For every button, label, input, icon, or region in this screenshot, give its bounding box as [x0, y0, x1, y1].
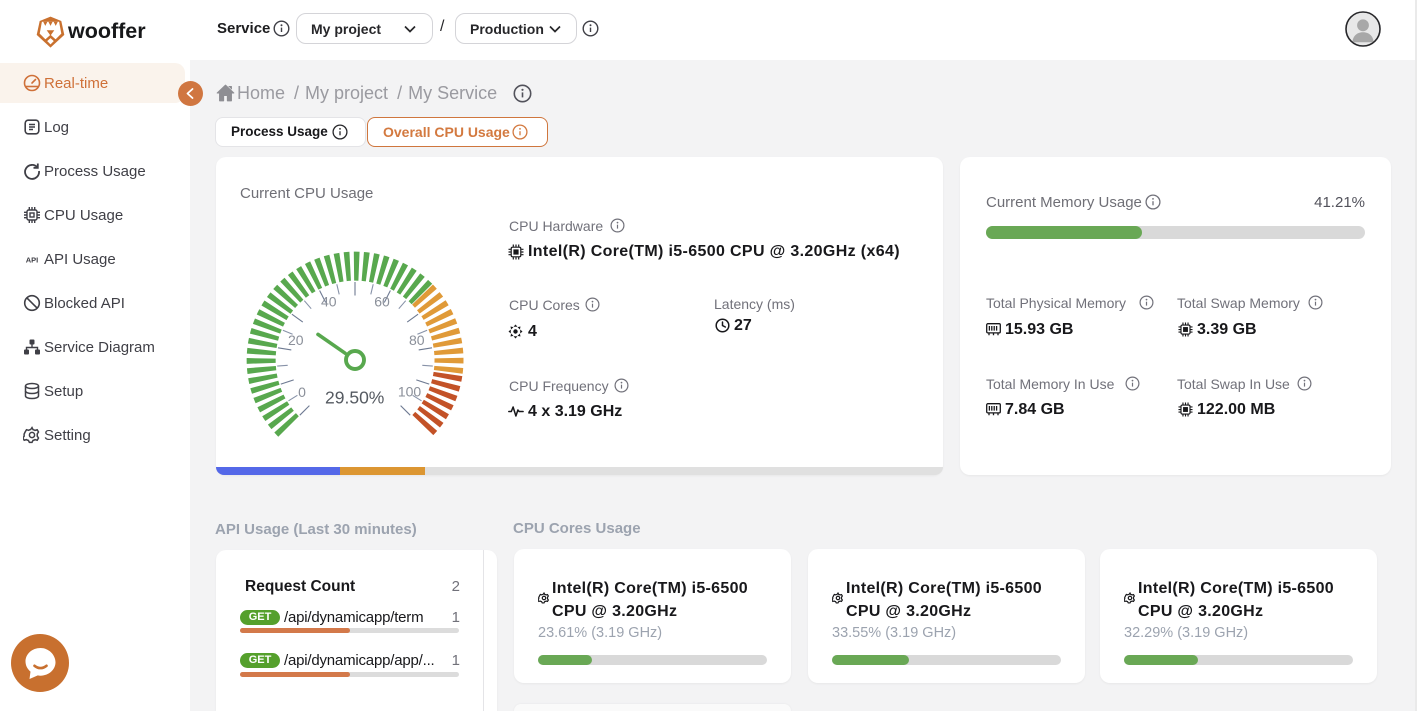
svg-text:80: 80	[409, 332, 425, 348]
svg-text:40: 40	[321, 294, 337, 310]
svg-text:100: 100	[398, 384, 422, 400]
svg-text:wooffer: wooffer	[67, 19, 146, 43]
svg-text:20: 20	[288, 332, 304, 348]
svg-text:29.50%: 29.50%	[325, 388, 384, 408]
svg-text:API: API	[26, 256, 39, 265]
svg-text:60: 60	[374, 294, 390, 310]
svg-text:0: 0	[298, 384, 306, 400]
